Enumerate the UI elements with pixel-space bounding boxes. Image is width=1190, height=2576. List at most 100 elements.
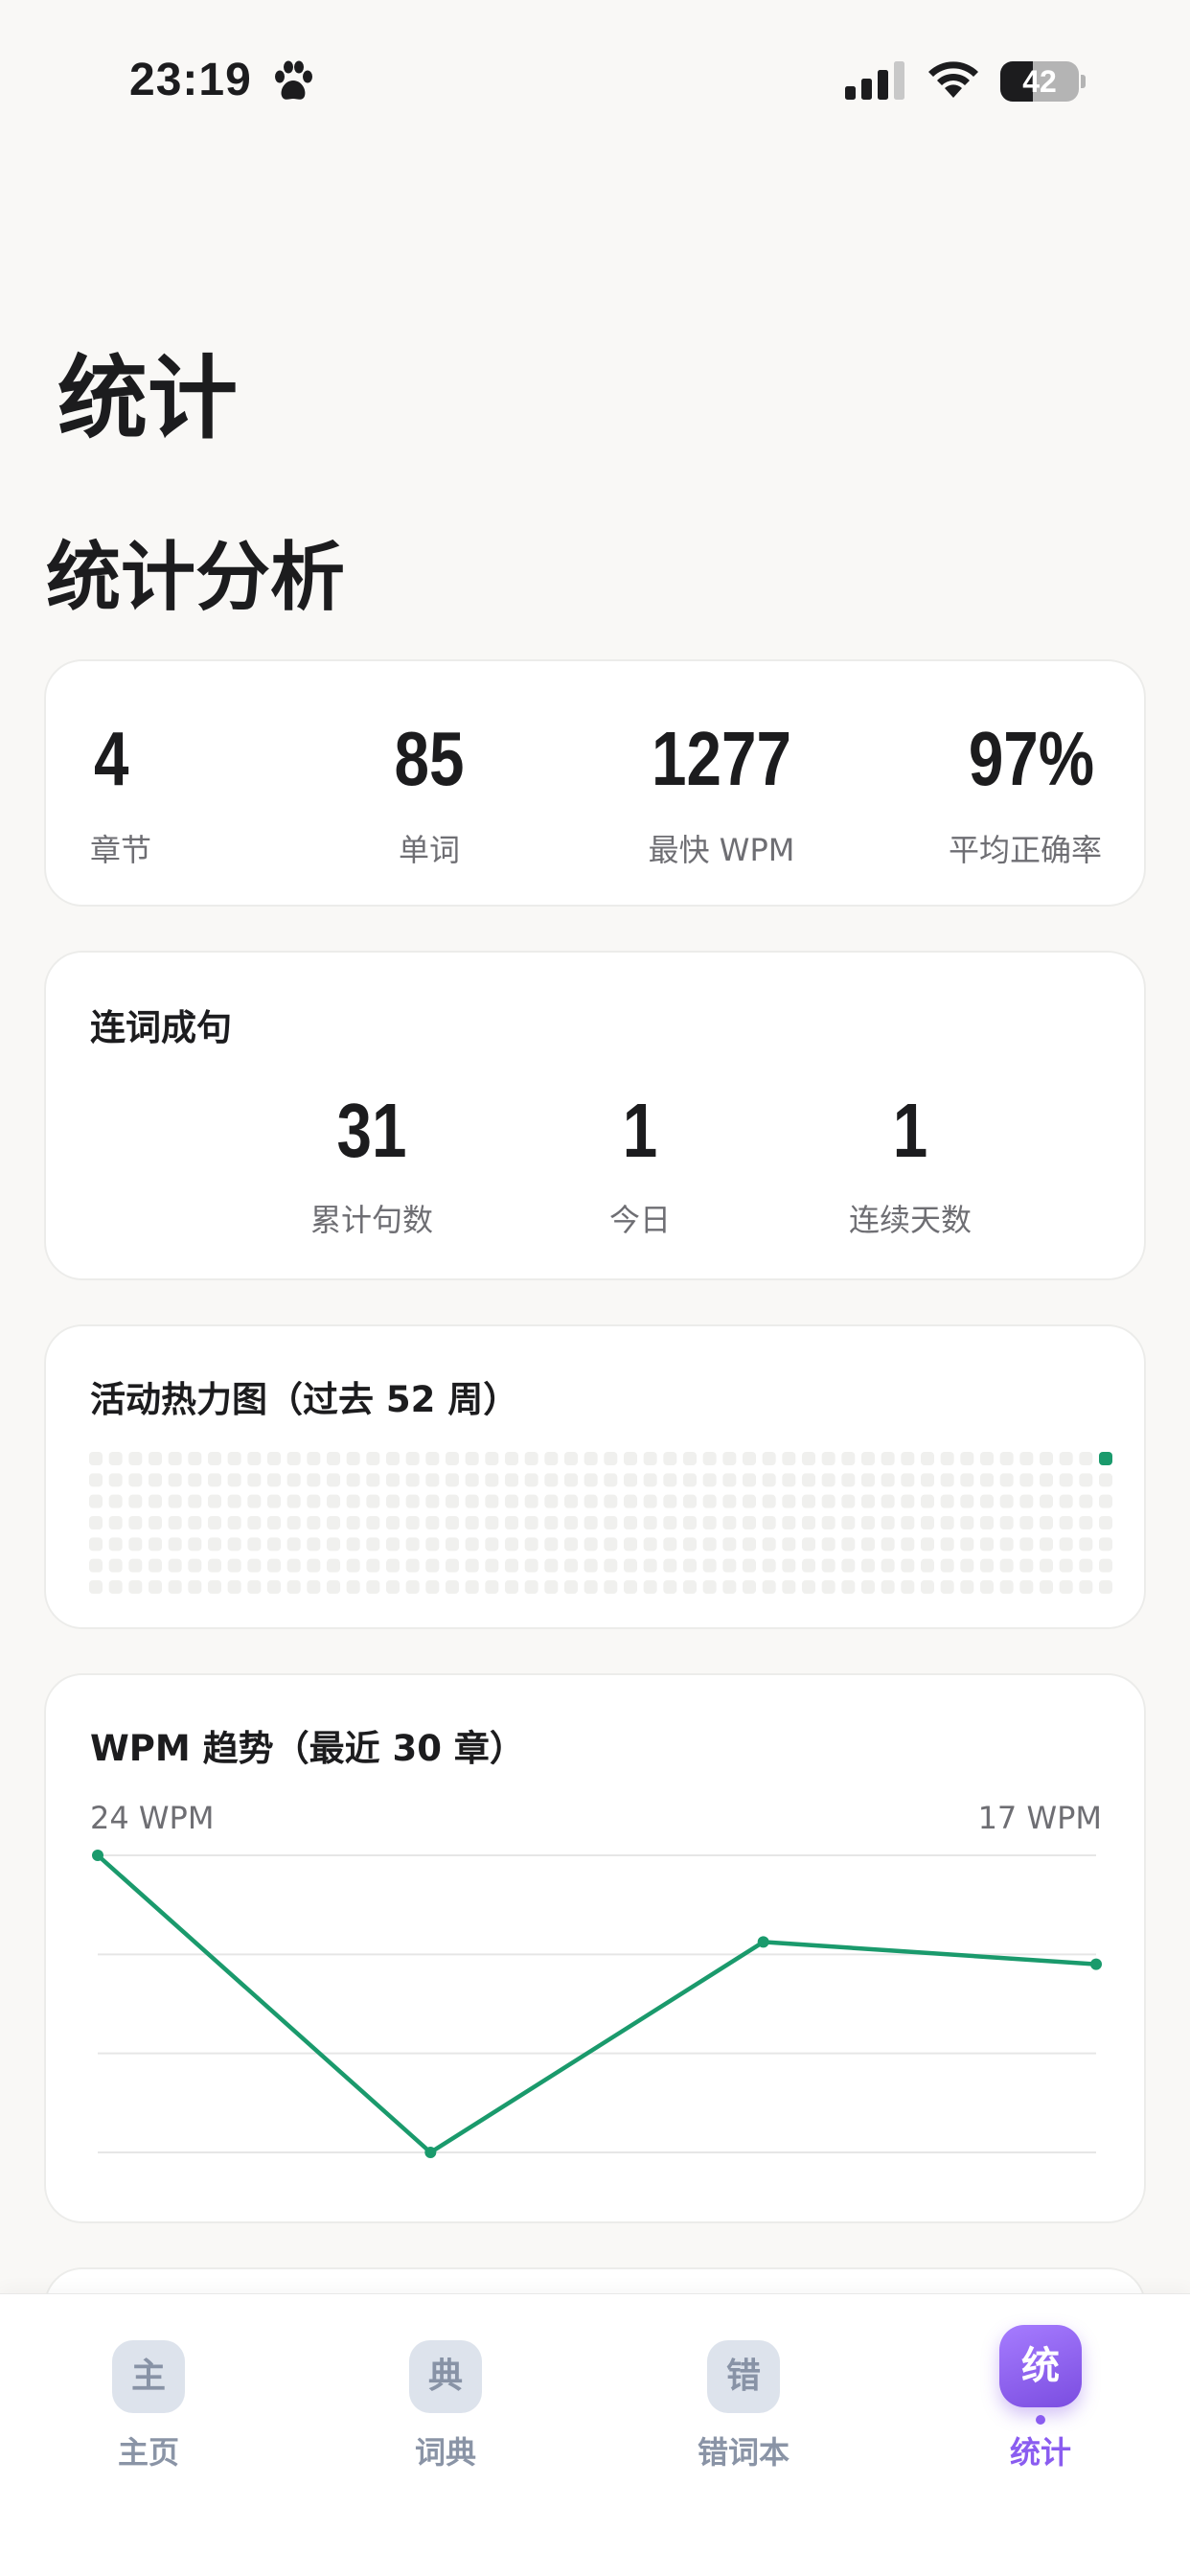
heatmap-cell [624, 1473, 637, 1487]
heatmap-cell [901, 1558, 915, 1573]
heatmap-cell [307, 1580, 321, 1594]
tab-stats[interactable]: 统 统计 [945, 2294, 1136, 2486]
heatmap-cell [802, 1580, 815, 1594]
tab-dictionary[interactable]: 典 词典 [350, 2294, 541, 2486]
tab-mistakes[interactable]: 错 错词本 [648, 2294, 839, 2486]
wpm-max-label: 24 WPM [90, 1800, 215, 1836]
wpm-data-point [757, 1936, 769, 1948]
heatmap-cell [643, 1494, 657, 1508]
battery-indicator: 42 [1000, 61, 1086, 102]
heatmap-cell [861, 1516, 875, 1530]
heatmap-cell [1019, 1452, 1034, 1465]
heatmap-cell [1099, 1516, 1112, 1530]
heatmap-cell [980, 1494, 994, 1508]
heatmap-cell [821, 1537, 835, 1552]
heatmap-cell [425, 1580, 440, 1594]
heatmap-cell [346, 1494, 360, 1508]
tab-stats-label: 统计 [1009, 2434, 1071, 2471]
heatmap-cell [901, 1494, 915, 1508]
heatmap-cell [128, 1580, 143, 1594]
mistakes-icon: 错 [707, 2340, 780, 2413]
heatmap-cell [1099, 1558, 1112, 1573]
heatmap-cell [485, 1452, 499, 1465]
heatmap-cell [564, 1494, 578, 1508]
heatmap-cell [149, 1558, 162, 1573]
battery-percent: 42 [1022, 64, 1057, 99]
heatmap-cell [286, 1580, 301, 1594]
heatmap-cell [386, 1558, 400, 1573]
heatmap-cell [247, 1580, 262, 1594]
heatmap-cell [168, 1452, 182, 1465]
heatmap-cell [1040, 1494, 1053, 1508]
heatmap-cell [1099, 1580, 1112, 1594]
heatmap-cell [1079, 1558, 1093, 1573]
heatmap-cell [307, 1537, 321, 1552]
heatmap-cell [128, 1494, 143, 1508]
total-sentences-value: 31 [336, 1088, 407, 1173]
heatmap-cell [663, 1452, 677, 1465]
heatmap-cell [286, 1537, 301, 1552]
status-bar: 23:19 42 [0, 0, 1190, 153]
heatmap-cell [841, 1494, 856, 1508]
heatmap-cell [505, 1473, 518, 1487]
heatmap-cell [346, 1516, 360, 1530]
wpm-data-point [1090, 1958, 1102, 1970]
heatmap-cell [544, 1516, 559, 1530]
heatmap-cell [683, 1558, 697, 1573]
heatmap-cell [446, 1473, 459, 1487]
heatmap-cell [128, 1558, 143, 1573]
page-title: 统计 [57, 347, 239, 451]
heatmap-cell [1059, 1516, 1073, 1530]
heatmap-cell [425, 1516, 440, 1530]
heatmap-cell [861, 1580, 875, 1594]
heatmap-cell [881, 1558, 895, 1573]
heatmap-cell [1059, 1580, 1073, 1594]
heatmap-cell [1079, 1537, 1093, 1552]
heatmap-cell [108, 1494, 123, 1508]
tab-home[interactable]: 主 主页 [53, 2294, 244, 2486]
home-icon: 主 [112, 2340, 185, 2413]
active-tab-indicator [1036, 2415, 1045, 2425]
heatmap-cell [643, 1537, 657, 1552]
heatmap-cell [901, 1452, 915, 1465]
heatmap-cell [149, 1473, 162, 1487]
heatmap-cell [604, 1516, 618, 1530]
heatmap-cell [108, 1452, 123, 1465]
heatmap-cell [1099, 1494, 1112, 1508]
heatmap-cell [1040, 1516, 1053, 1530]
heatmap-cell [663, 1473, 677, 1487]
heatmap-cell [247, 1494, 262, 1508]
heatmap-cell [327, 1452, 340, 1465]
heatmap-cell [267, 1473, 281, 1487]
heatmap-cell [921, 1473, 934, 1487]
heatmap-cell [346, 1452, 360, 1465]
heatmap-cell [227, 1452, 241, 1465]
heatmap-cell [307, 1473, 321, 1487]
heatmap-cell [1099, 1473, 1112, 1487]
heatmap-cell [1079, 1473, 1093, 1487]
heatmap-cell [346, 1558, 360, 1573]
heatmap-cell [604, 1580, 618, 1594]
heatmap-cell [267, 1516, 281, 1530]
heatmap-cell [1059, 1558, 1073, 1573]
heatmap-cell [505, 1580, 518, 1594]
heatmap-cell [722, 1473, 737, 1487]
heatmap-cell [446, 1580, 459, 1594]
heatmap-cell [89, 1452, 103, 1465]
heatmap-cell [168, 1580, 182, 1594]
heatmap-cell [1059, 1494, 1073, 1508]
heatmap-cell [960, 1494, 974, 1508]
heatmap-cell [782, 1580, 796, 1594]
heatmap-cell [366, 1494, 380, 1508]
heatmap-cell [405, 1537, 420, 1552]
heatmap-cell [624, 1452, 637, 1465]
heatmap-cell [227, 1516, 241, 1530]
wpm-data-point [92, 1850, 103, 1861]
dictionary-icon: 典 [409, 2340, 482, 2413]
heatmap-cell [821, 1580, 835, 1594]
heatmap-cell [940, 1473, 954, 1487]
heatmap-cell [168, 1537, 182, 1552]
heatmap-cell-active [1099, 1452, 1112, 1465]
heatmap-cell [841, 1537, 856, 1552]
heatmap-cell [762, 1558, 776, 1573]
